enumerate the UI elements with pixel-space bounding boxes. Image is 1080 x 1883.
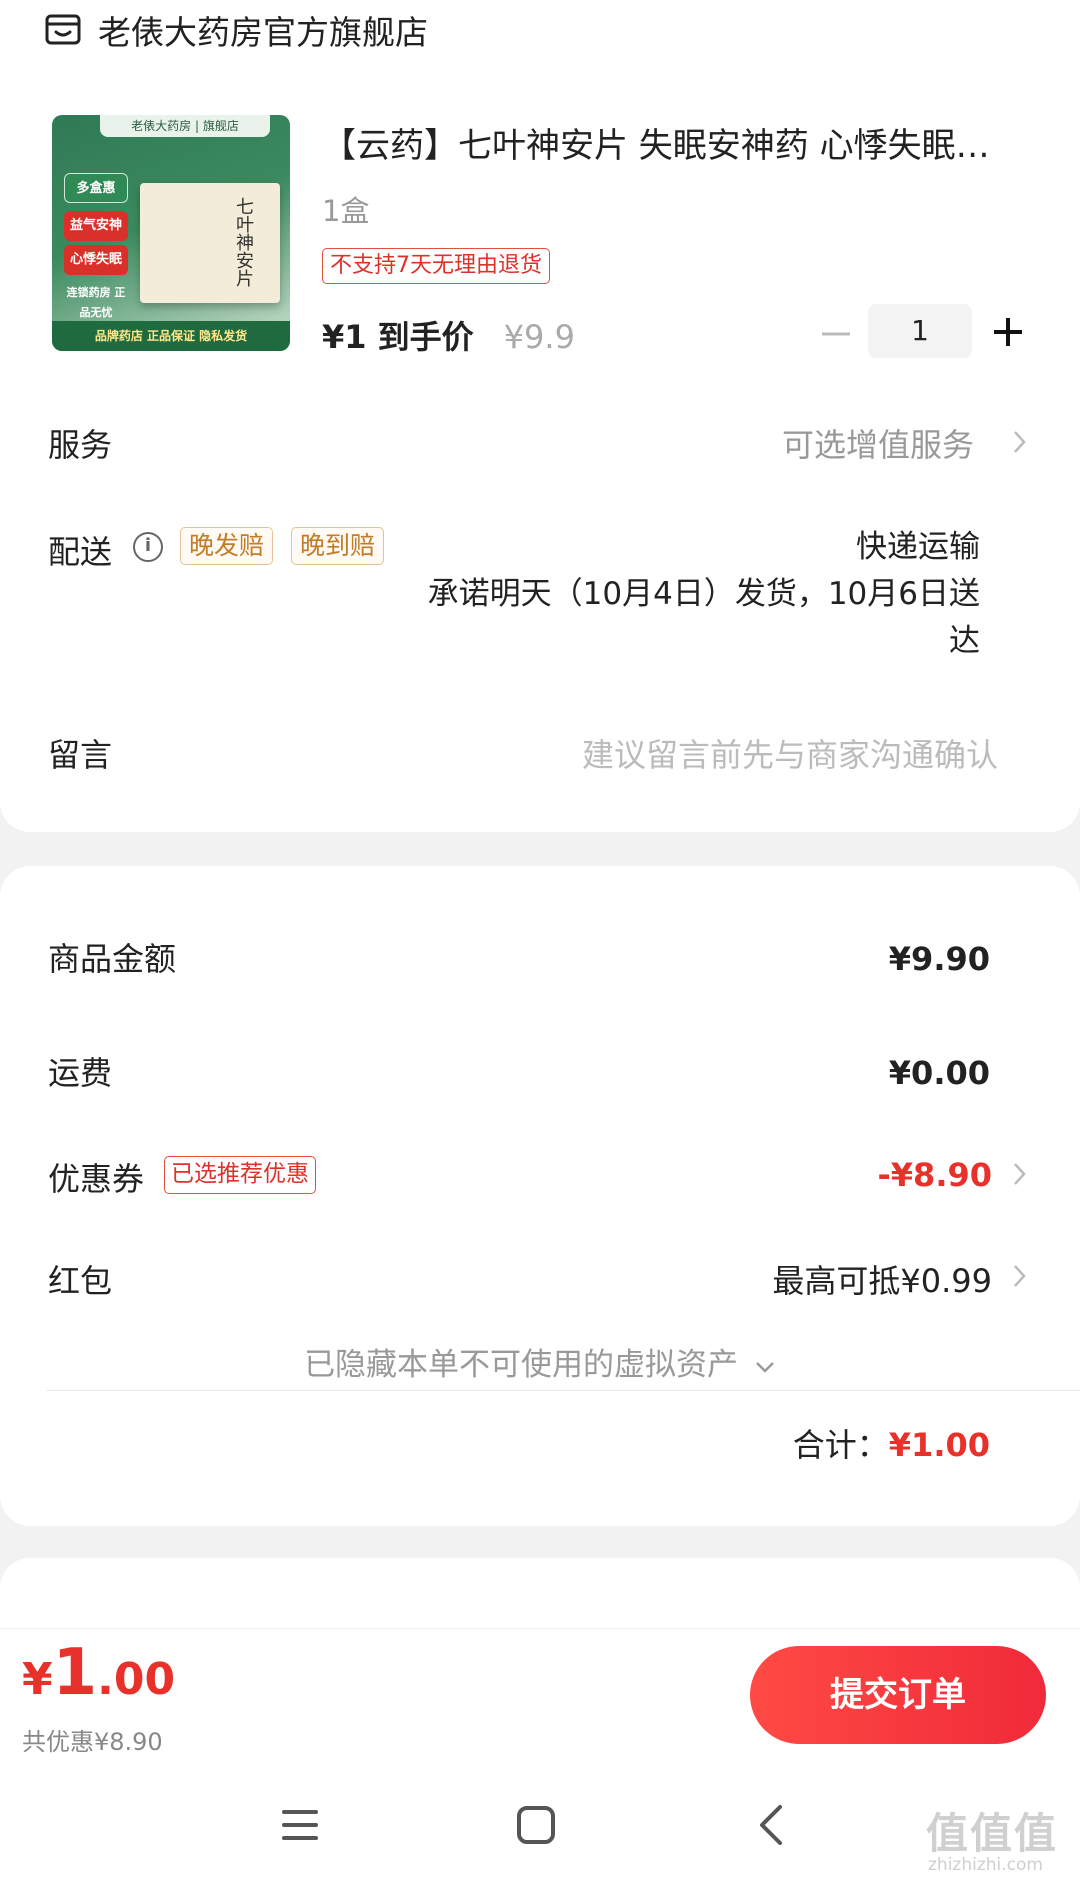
thumb-brand: 老俵大药房 | 旗舰店 — [100, 115, 270, 137]
goods-amount-value: ¥9.90 — [888, 940, 990, 978]
chevron-right-icon[interactable] — [1012, 1262, 1028, 1290]
price-row: ¥1 到手价 ¥9.9 — [322, 312, 575, 358]
pay-integer: 1 — [52, 1636, 98, 1710]
shipping-value: ¥0.00 — [888, 1054, 990, 1092]
total-discount: 共优惠¥8.90 — [22, 1728, 163, 1756]
quantity-input[interactable]: 1 — [868, 304, 972, 358]
total-value: ¥1.00 — [888, 1426, 990, 1464]
product-spec[interactable]: 1盒 — [322, 188, 369, 230]
pay-currency: ¥ — [22, 1654, 53, 1705]
watermark-url: zhizhizhi.com — [928, 1855, 1043, 1875]
delivery-method: 快递运输 — [856, 529, 980, 565]
coupon-value[interactable]: -¥8.90 — [878, 1156, 993, 1194]
delivery-promise: 承诺明天（10月4日）发货，10月6日送 — [427, 576, 980, 612]
red-packet-value[interactable]: 最高可抵¥0.99 — [772, 1256, 992, 1302]
thumb-box-title: 七叶神安片 — [233, 197, 254, 287]
watermark-logo: 值值值 — [926, 1809, 1059, 1858]
delivery-label: 配送 — [48, 533, 113, 571]
info-icon[interactable]: i — [133, 532, 163, 562]
store-icon — [45, 14, 81, 45]
pay-amount: ¥1.00 — [22, 1636, 175, 1710]
goods-amount-label: 商品金额 — [48, 940, 177, 978]
home-icon[interactable] — [506, 1795, 566, 1855]
minus-icon[interactable] — [818, 316, 854, 352]
back-icon[interactable] — [742, 1795, 802, 1855]
return-policy-tag: 不支持7天无理由退货 — [322, 248, 550, 284]
divider — [46, 1390, 1080, 1391]
thumb-tag: 多盒惠 — [64, 173, 128, 203]
chevron-down-icon — [756, 1361, 774, 1373]
coupon-label: 优惠券 — [48, 1160, 145, 1198]
service-value[interactable]: 可选增值服务 — [782, 420, 974, 466]
chevron-right-icon[interactable] — [1012, 428, 1028, 456]
total-row: 合计：¥1.00 — [793, 1420, 990, 1466]
service-label: 服务 — [48, 426, 113, 464]
delivery-info[interactable]: 快递运输 承诺明天（10月4日）发货，10月6日送 达 — [360, 524, 980, 665]
product-title[interactable]: 【云药】七叶神安片 失眠安神药 心悸失眠… — [322, 118, 1032, 167]
thumb-tag: 益气安神 — [64, 211, 128, 241]
delivery-promise-continued: 达 — [949, 623, 980, 659]
submit-order-button[interactable]: 提交订单 — [750, 1646, 1046, 1744]
next-section-card — [0, 1558, 1080, 1638]
thumb-tag: 连锁药房 正品无忧 — [66, 286, 126, 319]
late-ship-compensation-tag[interactable]: 晚发赔 — [180, 527, 274, 565]
message-label: 留言 — [48, 736, 113, 774]
original-price: ¥9.9 — [503, 318, 575, 356]
message-input[interactable]: 建议留言前先与商家沟通确认 — [582, 730, 998, 776]
pay-decimal: .00 — [97, 1654, 176, 1705]
thumb-footer: 品牌药店 正品保证 隐私发货 — [52, 321, 290, 351]
product-thumbnail[interactable]: 老俵大药房 | 旗舰店 多盒惠 益气安神 心悸失眠 连锁药房 正品无忧 七叶神安… — [52, 115, 290, 351]
store-name[interactable]: 老俵大药房官方旗舰店 — [98, 6, 428, 54]
hidden-assets-toggle[interactable]: 已隐藏本单不可使用的虚拟资产 — [0, 1339, 1080, 1384]
red-packet-label: 红包 — [48, 1262, 113, 1300]
shipping-label: 运费 — [48, 1054, 113, 1092]
hidden-assets-text: 已隐藏本单不可使用的虚拟资产 — [304, 1347, 739, 1383]
coupon-selected-tag: 已选推荐优惠 — [164, 1156, 316, 1194]
final-price: ¥1 到手价 — [322, 318, 474, 356]
thumb-tag: 心悸失眠 — [64, 245, 128, 275]
menu-icon[interactable] — [270, 1795, 330, 1855]
plus-icon[interactable] — [990, 314, 1026, 350]
total-label: 合计： — [792, 1426, 889, 1464]
thumb-product-box: 七叶神安片 — [140, 183, 280, 303]
chevron-right-icon[interactable] — [1012, 1160, 1028, 1188]
